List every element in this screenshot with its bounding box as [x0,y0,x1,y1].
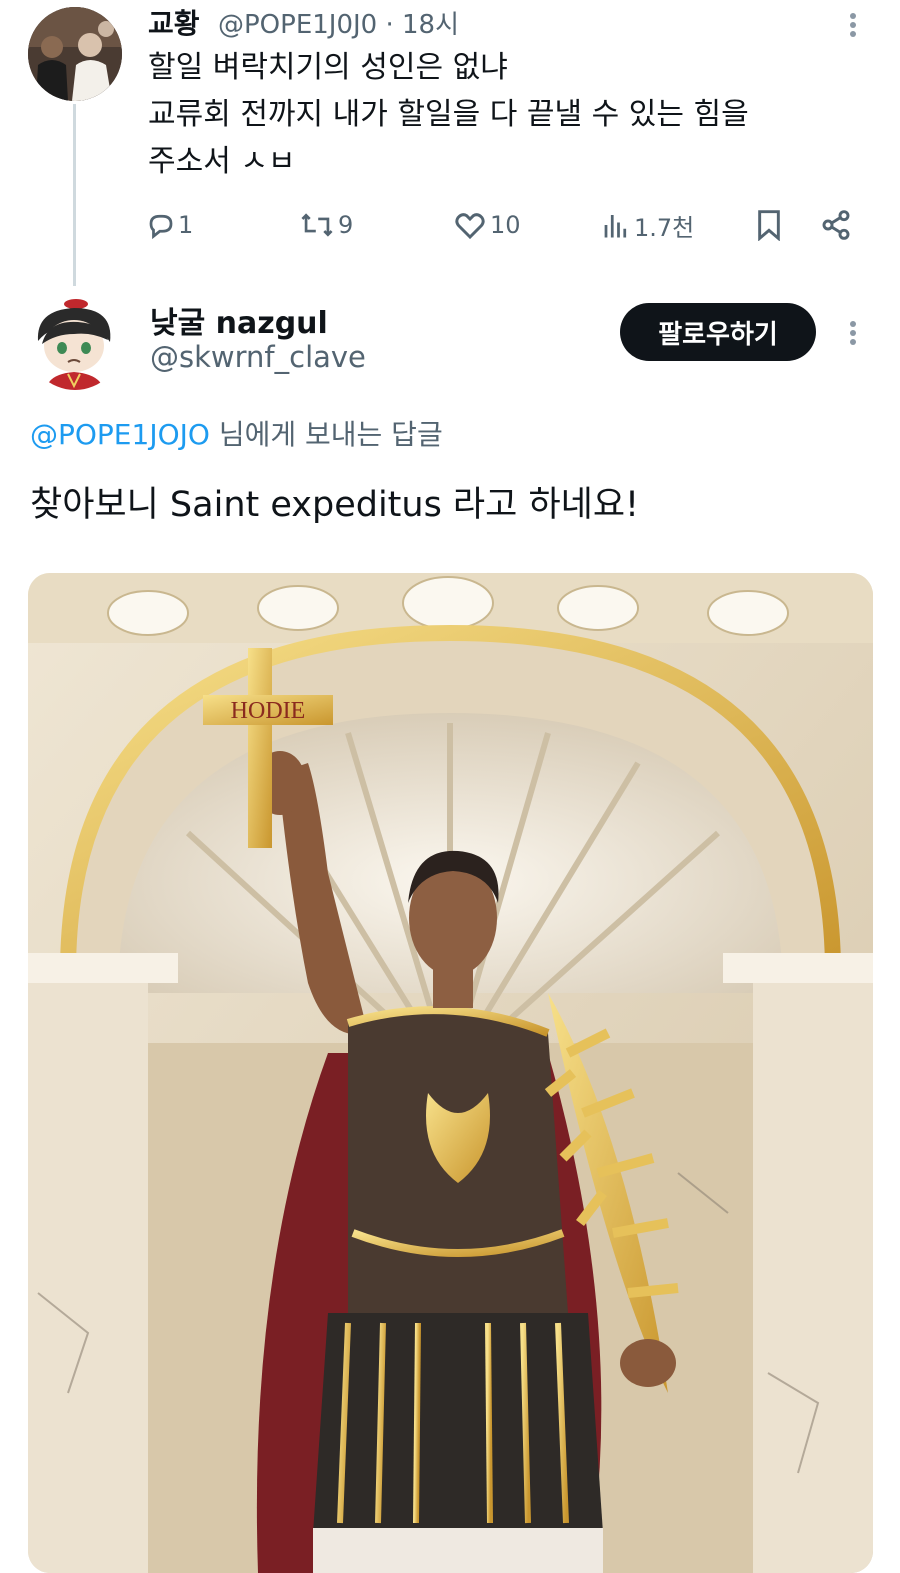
views-action[interactable]: 1.7천 [602,202,694,248]
tweet-text: 할일 벼락치기의 성인은 없냐 교류회 전까지 내가 할일을 다 끝낼 수 있는… [148,44,848,185]
views-count: 1.7천 [634,213,695,242]
views-chart-icon [604,215,627,238]
author-handle[interactable]: @skwrnf_clave [150,340,366,374]
reply-mention-link[interactable]: @POPE1JOJO [30,418,210,451]
replying-to: @POPE1JOJO 님에게 보내는 답글 [30,413,443,453]
share-icon [822,210,850,240]
tweet-text-line: 주소서 ㅅㅂ [148,144,296,179]
reply-suffix: 님에게 보내는 답글 [209,418,443,451]
like-action[interactable]: 10 [454,202,521,248]
bookmark-icon [758,210,780,241]
tweet-text-line: 할일 벼락치기의 성인은 없냐 [148,50,508,85]
bookmark-button[interactable] [754,202,784,248]
author-name[interactable]: 교황 [148,2,200,42]
saint-statue-image: HODIE [28,573,873,1573]
avatar-photo [28,7,122,101]
more-options-icon[interactable] [850,10,856,40]
reply-action[interactable]: 1 [146,202,193,248]
thread-connector-line [73,104,76,286]
like-count: 10 [490,211,521,239]
tweet-text: 찾아보니 Saint expeditus 라고 하네요! [30,485,640,525]
tweet-text-line: 교류회 전까지 내가 할일을 다 끝낼 수 있는 힘을 [148,97,749,132]
tweet-image[interactable]: HODIE [28,573,873,1573]
retweet-action[interactable]: 9 [300,202,353,248]
author-name[interactable]: 낮굴 nazgul [150,298,328,342]
tweet-time[interactable]: 18시 [402,10,459,40]
share-button[interactable] [820,202,852,248]
avatar-pope[interactable] [28,7,122,101]
reply-count: 1 [178,211,194,239]
retweet-icon [301,213,333,237]
retweet-count: 9 [338,211,354,239]
follow-button[interactable]: 팔로우하기 [620,303,816,361]
cross-inscription: HODIE [231,698,306,724]
author-handle[interactable]: @POPE1J0J0 [218,10,377,40]
avatar-nazgul[interactable] [28,296,122,390]
meta-separator: · [385,10,394,40]
heart-icon [455,213,485,240]
reply-icon [149,214,173,240]
author-meta: @POPE1J0J0 · 18시 [218,4,459,41]
more-options-icon[interactable] [850,318,856,348]
avatar-illustration [28,296,122,390]
